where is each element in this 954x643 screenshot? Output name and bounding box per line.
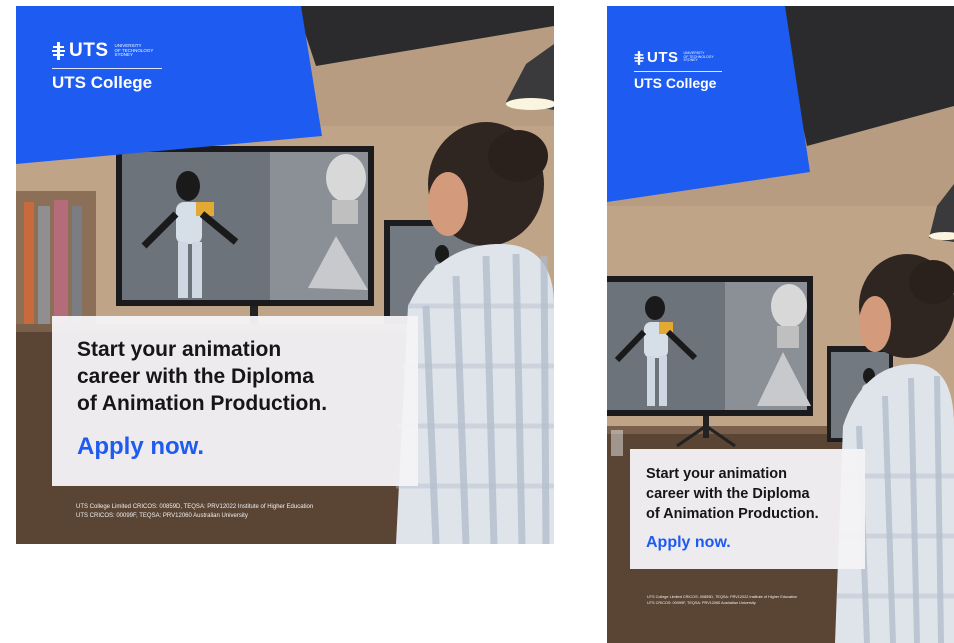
headline-card: Start your animation career with the Dip… (52, 316, 418, 486)
legal-text: UTS College Limited CRICOS: 00859D, TEQS… (647, 595, 798, 605)
legal-text: UTS College Limited CRICOS: 00859D, TEQS… (76, 504, 314, 519)
headline: Start your animation career with the Dip… (77, 338, 328, 415)
uts-college-logo: UTS UNIVERSITY OF TECHNOLOGY SYDNEY UTS … (52, 40, 162, 93)
uts-tagline: UNIVERSITY OF TECHNOLOGY SYDNEY (683, 50, 714, 63)
portrait-ad[interactable]: UTS UNIVERSITY OF TECHNOLOGY SYDNEY UTS … (607, 6, 954, 643)
apply-now-link[interactable]: Apply now. (77, 433, 204, 461)
headline-card: Start your animation career with the Dip… (630, 449, 865, 569)
uts-crest-icon (634, 50, 644, 65)
uts-crest-icon (52, 42, 65, 60)
logo-divider (634, 71, 722, 72)
uts-wordmark: UTS (69, 40, 109, 61)
logo-divider (52, 68, 162, 69)
uts-college-label: UTS College (634, 75, 717, 91)
uts-college-logo: UTS UNIVERSITY OF TECHNOLOGY SYDNEY UTS … (634, 49, 722, 91)
uts-college-label: UTS College (52, 73, 153, 92)
headline: Start your animation career with the Dip… (646, 466, 819, 522)
square-ad[interactable]: UTS UNIVERSITY OF TECHNOLOGY SYDNEY UTS … (16, 6, 554, 544)
uts-wordmark: UTS (647, 49, 679, 66)
uts-tagline: UNIVERSITY OF TECHNOLOGY SYDNEY (114, 42, 154, 58)
apply-now-link[interactable]: Apply now. (646, 534, 731, 552)
